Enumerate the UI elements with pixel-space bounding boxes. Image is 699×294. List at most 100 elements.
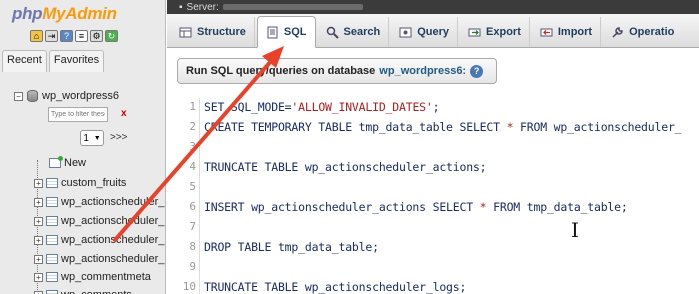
tab-import[interactable]: Import: [532, 17, 602, 47]
page-next-button[interactable]: >>>: [110, 132, 128, 143]
line-number: 1: [189, 100, 196, 113]
table-filter-input[interactable]: [48, 107, 108, 122]
tab-label: Query: [417, 26, 450, 38]
tree-database[interactable]: − wp_wordpress6: [14, 90, 119, 102]
tree-item-table[interactable]: + wp_comments: [34, 286, 132, 294]
tree-item-table[interactable]: + wp_actionscheduler_: [34, 193, 164, 211]
nav-tabs: Recent Favorites: [0, 50, 165, 72]
server-label[interactable]: Server:: [187, 2, 219, 13]
line-number: 10: [182, 280, 196, 293]
tree-item-table[interactable]: + wp_actionscheduler_: [34, 231, 164, 249]
expand-icon[interactable]: +: [34, 290, 43, 294]
tab-recent[interactable]: Recent: [2, 50, 47, 72]
line-number: 9: [189, 260, 196, 273]
expand-icon[interactable]: +: [34, 272, 43, 282]
sql-panel-header: Run SQL query/queries on database wp_wor…: [177, 58, 497, 84]
sql-icon: [267, 26, 278, 38]
logo-text-myadmin: MyAdmin: [42, 4, 117, 23]
navigation-panel: phpMyAdmin ⌂ ⇥ ? ≡ ⚙ ↻ Recent Favorites …: [0, 0, 166, 294]
database-name[interactable]: wp_wordpress6: [42, 90, 119, 102]
server-icon: ▪: [179, 1, 183, 13]
table-icon: [46, 290, 58, 294]
code-line[interactable]: INSERT wp_actionscheduler_actions SELECT…: [204, 200, 628, 214]
tab-export[interactable]: Export: [460, 17, 530, 47]
table-icon: [46, 178, 58, 188]
wrench-icon: [612, 26, 623, 38]
tree-item-table[interactable]: + wp_commentmeta: [34, 268, 151, 286]
tree-item-label: wp_actionscheduler_: [61, 253, 165, 265]
help-icon[interactable]: ?: [470, 64, 484, 78]
code-text: ;: [432, 100, 440, 114]
import-icon: [540, 28, 553, 36]
sql-header-database: wp_wordpress6:: [379, 65, 467, 77]
logout-icon[interactable]: ⇥: [45, 30, 58, 42]
page-select[interactable]: 1 ▼: [80, 130, 104, 146]
code-line[interactable]: TRUNCATE TABLE wp_actionscheduler_action…: [204, 160, 487, 174]
tab-favorites[interactable]: Favorites: [48, 50, 105, 72]
export-icon: [468, 28, 481, 36]
tab-search[interactable]: Search: [318, 17, 390, 47]
tab-label: Export: [486, 26, 521, 38]
tree-item-table[interactable]: + wp_actionscheduler_: [34, 212, 164, 230]
nav-icon-row: ⌂ ⇥ ? ≡ ⚙ ↻: [30, 30, 118, 42]
chevron-down-icon: ▼: [93, 134, 101, 142]
tree-item-table[interactable]: + wp_actionscheduler_: [34, 250, 164, 268]
tree-item-label: wp_actionscheduler_: [61, 234, 165, 246]
settings-icon[interactable]: ⚙: [90, 30, 103, 42]
tab-label: SQL: [283, 26, 307, 38]
code-text: FROM tmp_data_table;: [486, 200, 628, 214]
home-icon[interactable]: ⌂: [30, 30, 43, 42]
tab-structure[interactable]: Structure: [171, 17, 255, 47]
tree-item-table[interactable]: + custom_fruits: [34, 174, 126, 192]
tab-label: Operatio: [629, 26, 675, 38]
line-number: 5: [189, 180, 196, 193]
line-number: 4: [189, 160, 196, 173]
code-text: FROM wp_actionscheduler_: [513, 120, 682, 134]
code-text: INSERT wp_actionscheduler_actions SELECT: [204, 200, 480, 214]
tab-label: Search: [343, 26, 381, 38]
expand-icon[interactable]: +: [34, 197, 43, 207]
new-table-icon: [49, 156, 63, 168]
expand-icon[interactable]: +: [34, 178, 43, 188]
code-text: SET SQL_MODE=: [204, 100, 292, 114]
line-number: 7: [189, 220, 196, 233]
tree-item-label: wp_actionscheduler_: [61, 196, 165, 208]
line-number: 3: [189, 140, 196, 153]
table-icon: [46, 197, 58, 207]
expand-icon[interactable]: +: [34, 235, 43, 245]
line-number: 8: [189, 240, 196, 253]
page-select-value: 1: [83, 132, 89, 144]
tab-label: Structure: [197, 26, 246, 38]
sql-header-text: Run SQL query/queries on database: [186, 65, 376, 77]
code-line[interactable]: TRUNCATE TABLE wp_actionscheduler_logs;: [204, 280, 466, 294]
code-line[interactable]: CREATE TEMPORARY TABLE tmp_data_table SE…: [204, 120, 682, 134]
text-cursor-icon: I: [571, 218, 579, 242]
main-tabs: Structure SQL Search Query Export Import…: [167, 14, 699, 48]
docs-icon[interactable]: ≡: [75, 30, 88, 42]
code-string: 'ALLOW_INVALID_DATES': [291, 100, 433, 114]
phpmyadmin-logo[interactable]: phpMyAdmin: [12, 4, 117, 24]
code-line[interactable]: DROP TABLE tmp_data_table;: [204, 240, 379, 254]
tree-item-label: wp_actionscheduler_: [61, 215, 165, 227]
tree-item-label: custom_fruits: [61, 177, 127, 189]
table-icon: [46, 235, 58, 245]
reload-icon[interactable]: ↻: [105, 30, 118, 42]
tab-query[interactable]: Query: [391, 17, 459, 47]
tree-item-label: wp_commentmeta: [61, 271, 151, 283]
tab-sql[interactable]: SQL: [256, 16, 316, 48]
line-number: 2: [189, 120, 196, 133]
collapse-icon[interactable]: −: [14, 91, 23, 101]
query-icon: [399, 27, 412, 37]
tab-operations[interactable]: Operatio: [603, 17, 682, 47]
sql-content: Run SQL query/queries on database wp_wor…: [167, 48, 699, 294]
code-line[interactable]: SET SQL_MODE='ALLOW_INVALID_DATES';: [204, 100, 440, 114]
sql-editor[interactable]: 1 SET SQL_MODE='ALLOW_INVALID_DATES'; 2 …: [183, 98, 699, 294]
expand-icon[interactable]: +: [34, 254, 43, 264]
expand-icon[interactable]: +: [34, 216, 43, 226]
tree-item-label: wp_comments: [61, 289, 132, 294]
code-text: CREATE TEMPORARY TABLE tmp_data_table SE…: [204, 120, 507, 134]
line-number: 6: [189, 200, 196, 213]
clear-filter-button[interactable]: x: [121, 108, 127, 119]
help-doc-icon[interactable]: ?: [60, 30, 73, 42]
tree-item-new[interactable]: New: [34, 154, 86, 172]
